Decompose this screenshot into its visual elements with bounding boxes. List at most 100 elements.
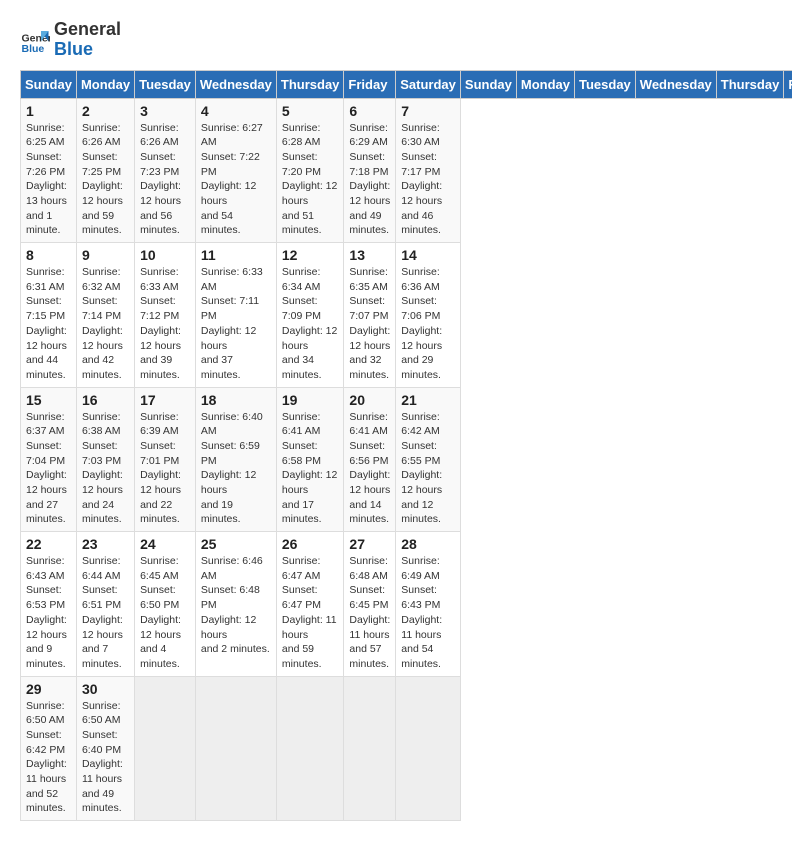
calendar-cell: 5 Sunrise: 6:28 AM Sunset: 7:20 PM Daylig…: [276, 98, 344, 243]
day-number: 27: [349, 536, 390, 552]
calendar-table: SundayMondayTuesdayWednesdayThursdayFrid…: [20, 70, 792, 822]
calendar-cell: 27 Sunrise: 6:48 AM Sunset: 6:45 PM Dayli…: [344, 532, 396, 677]
day-info: Sunrise: 6:44 AM Sunset: 6:51 PM Dayligh…: [82, 554, 129, 672]
day-info: Sunrise: 6:33 AM Sunset: 7:11 PM Dayligh…: [201, 265, 271, 383]
logo: General Blue General Blue: [20, 20, 121, 60]
logo-icon: General Blue: [20, 25, 50, 55]
day-info: Sunrise: 6:28 AM Sunset: 7:20 PM Dayligh…: [282, 121, 339, 239]
calendar-cell: [135, 676, 196, 821]
day-number: 15: [26, 392, 71, 408]
day-info: Sunrise: 6:47 AM Sunset: 6:47 PM Dayligh…: [282, 554, 339, 672]
day-info: Sunrise: 6:34 AM Sunset: 7:09 PM Dayligh…: [282, 265, 339, 383]
day-info: Sunrise: 6:41 AM Sunset: 6:58 PM Dayligh…: [282, 410, 339, 528]
calendar-cell: [195, 676, 276, 821]
day-number: 9: [82, 247, 129, 263]
day-number: 18: [201, 392, 271, 408]
calendar-cell: 19 Sunrise: 6:41 AM Sunset: 6:58 PM Dayli…: [276, 387, 344, 532]
calendar-week-4: 22 Sunrise: 6:43 AM Sunset: 6:53 PM Dayli…: [21, 532, 792, 677]
calendar-cell: 11 Sunrise: 6:33 AM Sunset: 7:11 PM Dayli…: [195, 243, 276, 388]
day-number: 28: [401, 536, 455, 552]
day-info: Sunrise: 6:45 AM Sunset: 6:50 PM Dayligh…: [140, 554, 190, 672]
day-number: 10: [140, 247, 190, 263]
calendar-cell: 16Sunrise: 6:38 AM Sunset: 7:03 PM Dayli…: [76, 387, 134, 532]
day-number: 13: [349, 247, 390, 263]
calendar-cell: 24 Sunrise: 6:45 AM Sunset: 6:50 PM Dayli…: [135, 532, 196, 677]
day-info: Sunrise: 6:43 AM Sunset: 6:53 PM Dayligh…: [26, 554, 71, 672]
day-info: Sunrise: 6:41 AM Sunset: 6:56 PM Dayligh…: [349, 410, 390, 528]
calendar-header-row: SundayMondayTuesdayWednesdayThursdayFrid…: [21, 70, 792, 98]
day-info: Sunrise: 6:36 AM Sunset: 7:06 PM Dayligh…: [401, 265, 455, 383]
calendar-week-3: 15 Sunrise: 6:37 AM Sunset: 7:04 PM Dayli…: [21, 387, 792, 532]
calendar-cell: 9 Sunrise: 6:32 AM Sunset: 7:14 PM Daylig…: [76, 243, 134, 388]
day-number: 24: [140, 536, 190, 552]
calendar-cell: 14 Sunrise: 6:36 AM Sunset: 7:06 PM Dayli…: [396, 243, 461, 388]
day-info: Sunrise: 6:25 AM Sunset: 7:26 PM Dayligh…: [26, 121, 71, 239]
day-info: Sunrise: 6:33 AM Sunset: 7:12 PM Dayligh…: [140, 265, 190, 383]
col-header-friday: Friday: [344, 70, 396, 98]
calendar-cell: 7 Sunrise: 6:30 AM Sunset: 7:17 PM Daylig…: [396, 98, 461, 243]
day-info: Sunrise: 6:37 AM Sunset: 7:04 PM Dayligh…: [26, 410, 71, 528]
day-number: 22: [26, 536, 71, 552]
day-number: 5: [282, 103, 339, 119]
calendar-cell: 26 Sunrise: 6:47 AM Sunset: 6:47 PM Dayli…: [276, 532, 344, 677]
day-number: 26: [282, 536, 339, 552]
page-header: General Blue General Blue: [20, 20, 772, 60]
calendar-cell: [396, 676, 461, 821]
calendar-cell: 13 Sunrise: 6:35 AM Sunset: 7:07 PM Dayli…: [344, 243, 396, 388]
day-number: 11: [201, 247, 271, 263]
day-number: 7: [401, 103, 455, 119]
calendar-cell: 18 Sunrise: 6:40 AM Sunset: 6:59 PM Dayli…: [195, 387, 276, 532]
day-info: Sunrise: 6:35 AM Sunset: 7:07 PM Dayligh…: [349, 265, 390, 383]
calendar-cell: [276, 676, 344, 821]
day-info: Sunrise: 6:38 AM Sunset: 7:03 PM Dayligh…: [82, 410, 129, 528]
col-header-thursday: Thursday: [716, 70, 784, 98]
day-info: Sunrise: 6:27 AM Sunset: 7:22 PM Dayligh…: [201, 121, 271, 239]
day-number: 20: [349, 392, 390, 408]
day-number: 6: [349, 103, 390, 119]
col-header-tuesday: Tuesday: [575, 70, 636, 98]
calendar-cell: 12Sunrise: 6:34 AM Sunset: 7:09 PM Dayli…: [276, 243, 344, 388]
day-info: Sunrise: 6:50 AM Sunset: 6:42 PM Dayligh…: [26, 699, 71, 817]
calendar-cell: 4 Sunrise: 6:27 AM Sunset: 7:22 PM Daylig…: [195, 98, 276, 243]
day-info: Sunrise: 6:26 AM Sunset: 7:25 PM Dayligh…: [82, 121, 129, 239]
day-info: Sunrise: 6:50 AM Sunset: 6:40 PM Dayligh…: [82, 699, 129, 817]
day-number: 1: [26, 103, 71, 119]
col-header-monday: Monday: [76, 70, 134, 98]
calendar-cell: 1 Sunrise: 6:25 AM Sunset: 7:26 PM Daylig…: [21, 98, 77, 243]
calendar-cell: 30Sunrise: 6:50 AM Sunset: 6:40 PM Dayli…: [76, 676, 134, 821]
day-info: Sunrise: 6:30 AM Sunset: 7:17 PM Dayligh…: [401, 121, 455, 239]
day-number: 14: [401, 247, 455, 263]
calendar-cell: 17 Sunrise: 6:39 AM Sunset: 7:01 PM Dayli…: [135, 387, 196, 532]
day-info: Sunrise: 6:32 AM Sunset: 7:14 PM Dayligh…: [82, 265, 129, 383]
col-header-wednesday: Wednesday: [635, 70, 716, 98]
calendar-cell: 22 Sunrise: 6:43 AM Sunset: 6:53 PM Dayli…: [21, 532, 77, 677]
calendar-cell: 10 Sunrise: 6:33 AM Sunset: 7:12 PM Dayli…: [135, 243, 196, 388]
col-header-sunday: Sunday: [460, 70, 516, 98]
day-info: Sunrise: 6:40 AM Sunset: 6:59 PM Dayligh…: [201, 410, 271, 528]
day-info: Sunrise: 6:29 AM Sunset: 7:18 PM Dayligh…: [349, 121, 390, 239]
calendar-week-2: 8Sunrise: 6:31 AM Sunset: 7:15 PM Daylig…: [21, 243, 792, 388]
day-info: Sunrise: 6:39 AM Sunset: 7:01 PM Dayligh…: [140, 410, 190, 528]
col-header-friday: Friday: [784, 70, 792, 98]
day-number: 4: [201, 103, 271, 119]
day-number: 21: [401, 392, 455, 408]
day-info: Sunrise: 6:48 AM Sunset: 6:45 PM Dayligh…: [349, 554, 390, 672]
svg-text:Blue: Blue: [22, 43, 45, 55]
day-info: Sunrise: 6:49 AM Sunset: 6:43 PM Dayligh…: [401, 554, 455, 672]
calendar-cell: 21 Sunrise: 6:42 AM Sunset: 6:55 PM Dayli…: [396, 387, 461, 532]
day-number: 23: [82, 536, 129, 552]
day-number: 3: [140, 103, 190, 119]
day-info: Sunrise: 6:31 AM Sunset: 7:15 PM Dayligh…: [26, 265, 71, 383]
col-header-tuesday: Tuesday: [135, 70, 196, 98]
logo-text: General Blue: [54, 20, 121, 60]
col-header-wednesday: Wednesday: [195, 70, 276, 98]
day-info: Sunrise: 6:42 AM Sunset: 6:55 PM Dayligh…: [401, 410, 455, 528]
day-number: 19: [282, 392, 339, 408]
calendar-cell: 8Sunrise: 6:31 AM Sunset: 7:15 PM Daylig…: [21, 243, 77, 388]
col-header-monday: Monday: [516, 70, 574, 98]
day-info: Sunrise: 6:46 AM Sunset: 6:48 PM Dayligh…: [201, 554, 271, 657]
calendar-week-1: 1 Sunrise: 6:25 AM Sunset: 7:26 PM Daylig…: [21, 98, 792, 243]
day-number: 17: [140, 392, 190, 408]
col-header-sunday: Sunday: [21, 70, 77, 98]
day-info: Sunrise: 6:26 AM Sunset: 7:23 PM Dayligh…: [140, 121, 190, 239]
